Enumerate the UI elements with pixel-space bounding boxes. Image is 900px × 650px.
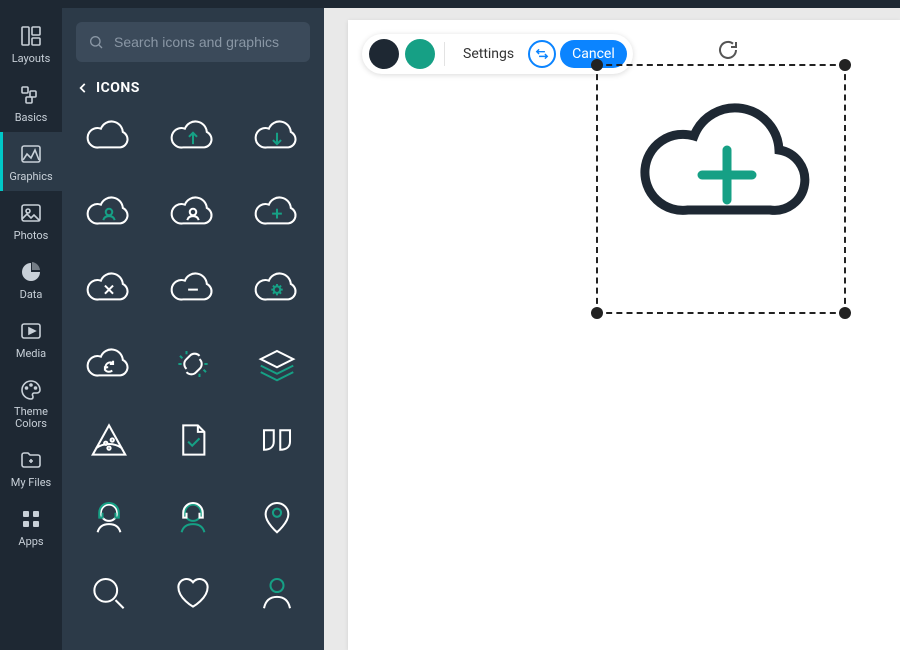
swap-colors-button[interactable] [528, 40, 556, 68]
cloud-download-icon [251, 114, 303, 158]
cloud-x-icon [83, 266, 135, 310]
panel-title-text: ICONS [96, 80, 140, 96]
nav-label: Graphics [9, 170, 52, 183]
icon-cloud-x[interactable] [76, 262, 142, 314]
canvas-area[interactable]: Settings Cancel [324, 8, 900, 650]
quote-icon [251, 418, 303, 462]
canvas-page[interactable]: Settings Cancel [348, 20, 900, 650]
cloud-user-icon [83, 190, 135, 234]
icon-map-pin[interactable] [244, 490, 310, 542]
panel-back-button[interactable]: ICONS [76, 80, 310, 96]
nav-item-my-files[interactable]: My Files [0, 438, 62, 497]
icon-pizza[interactable] [76, 414, 142, 466]
color-swatch-primary[interactable] [369, 39, 399, 69]
file-check-icon [167, 418, 219, 462]
icon-cloud-download[interactable] [244, 110, 310, 162]
folder-plus-icon [19, 448, 43, 472]
icon-layers[interactable] [244, 338, 310, 390]
cloud-plus-icon [251, 190, 303, 234]
layers-icon [251, 342, 303, 386]
resize-handle-bl[interactable] [591, 307, 603, 319]
icon-cloud-user-alt[interactable] [160, 186, 226, 238]
icon-cloud-gear[interactable] [244, 262, 310, 314]
chevron-left-icon [76, 81, 90, 95]
nav-item-data[interactable]: Data [0, 250, 62, 309]
resize-handle-tr[interactable] [839, 59, 851, 71]
heart-icon [167, 570, 219, 614]
nav-label: Basics [15, 111, 48, 124]
cloud-user-alt-icon [167, 190, 219, 234]
headset-user-alt-icon [167, 494, 219, 538]
map-pin-icon [251, 494, 303, 538]
selected-cloud-plus-icon[interactable] [632, 94, 812, 234]
color-swatch-accent[interactable] [405, 39, 435, 69]
nav-item-basics[interactable]: Basics [0, 73, 62, 132]
cloud-gear-icon [251, 266, 303, 310]
nav-label: Photos [14, 229, 49, 242]
icon-headset-user[interactable] [76, 490, 142, 542]
magnifier-icon [83, 570, 135, 614]
graphics-panel: ICONS [62, 8, 324, 650]
pizza-icon [83, 418, 135, 462]
icon-headset-user-alt[interactable] [160, 490, 226, 542]
link-break-icon [167, 342, 219, 386]
swap-icon [535, 47, 549, 61]
graphics-icon [19, 142, 43, 166]
icon-link-break[interactable] [160, 338, 226, 390]
nav-item-layouts[interactable]: Layouts [0, 14, 62, 73]
icon-cloud-upload[interactable] [160, 110, 226, 162]
nav-item-theme-colors[interactable]: Theme Colors [0, 368, 62, 438]
nav-item-photos[interactable]: Photos [0, 191, 62, 250]
nav-label: Apps [18, 535, 43, 548]
cloud-icon [83, 114, 135, 158]
headset-user-icon [83, 494, 135, 538]
search-box[interactable] [76, 22, 310, 62]
resize-handle-tl[interactable] [591, 59, 603, 71]
toolbar-separator [444, 42, 445, 66]
icon-cloud-sync[interactable] [76, 338, 142, 390]
nav-label: Data [20, 288, 43, 301]
cloud-upload-icon [167, 114, 219, 158]
settings-button[interactable]: Settings [453, 40, 524, 68]
resize-handle-br[interactable] [839, 307, 851, 319]
nav-label: Media [16, 347, 46, 360]
icon-cloud[interactable] [76, 110, 142, 162]
rotate-icon [716, 38, 740, 62]
icon-cloud-user[interactable] [76, 186, 142, 238]
apps-icon [19, 507, 43, 531]
nav-label: My Files [11, 476, 51, 489]
icon-cloud-plus[interactable] [244, 186, 310, 238]
media-icon [19, 319, 43, 343]
search-input[interactable] [114, 34, 298, 50]
cloud-sync-icon [83, 342, 135, 386]
nav-label: Theme Colors [0, 406, 62, 430]
icon-cloud-minus[interactable] [160, 262, 226, 314]
cloud-minus-icon [167, 266, 219, 310]
icon-search[interactable] [76, 566, 142, 618]
photos-icon [19, 201, 43, 225]
data-icon [19, 260, 43, 284]
icon-user[interactable] [244, 566, 310, 618]
icon-quote[interactable] [244, 414, 310, 466]
nav-item-media[interactable]: Media [0, 309, 62, 368]
layouts-icon [19, 24, 43, 48]
nav-label: Layouts [12, 52, 51, 65]
icon-file-check[interactable] [160, 414, 226, 466]
app-topbar [0, 0, 900, 8]
user-icon [251, 570, 303, 614]
icon-heart[interactable] [160, 566, 226, 618]
rotate-handle[interactable] [716, 38, 740, 62]
nav-item-graphics[interactable]: Graphics [0, 132, 62, 191]
icon-grid [76, 110, 310, 638]
nav-sidebar: Layouts Basics Graphics Photos Data Medi… [0, 8, 62, 650]
nav-item-apps[interactable]: Apps [0, 497, 62, 556]
palette-icon [19, 378, 43, 402]
basics-icon [19, 83, 43, 107]
search-icon [88, 34, 104, 50]
